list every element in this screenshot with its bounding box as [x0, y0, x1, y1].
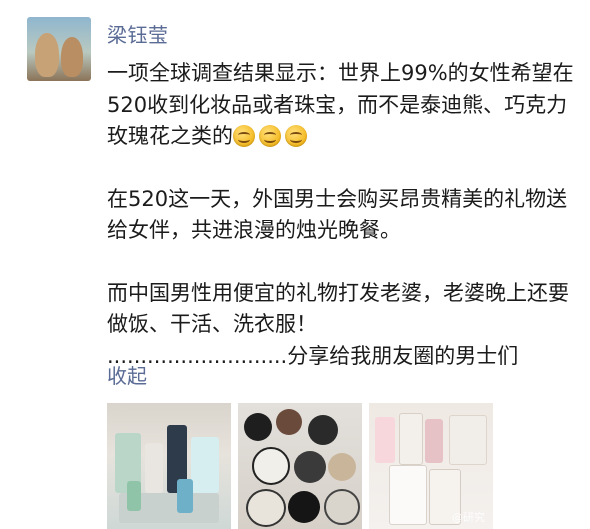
- cosmetic-bottle: [177, 479, 193, 513]
- paragraph: 一项全球调查结果显示：世界上99%的女性希望在520收到化妆品或者珠宝，而不是泰…: [107, 58, 577, 153]
- cosmetic-jar: [288, 491, 320, 523]
- photo-thumbnail[interactable]: [107, 403, 231, 529]
- cosmetic-jar: [308, 415, 338, 445]
- cosmetic-bottle: [127, 481, 141, 511]
- cat-figure: [35, 33, 59, 77]
- paragraph-text: 一项全球调查结果显示：世界上99%的女性希望在520收到化妆品或者珠宝，而不是泰…: [107, 61, 574, 148]
- cosmetic-jar: [294, 451, 326, 483]
- paragraph: 在520这一天，外国男士会购买昂贵精美的礼物送给女伴，共进浪漫的烛光晚餐。: [107, 186, 568, 243]
- photo-thumbnail[interactable]: [238, 403, 362, 529]
- cosmetic-jar: [276, 409, 302, 435]
- post-text: 一项全球调查结果显示：世界上99%的女性希望在520收到化妆品或者珠宝，而不是泰…: [107, 58, 577, 372]
- cosmetic-jar: [246, 489, 286, 527]
- cosmetic-jar: [252, 447, 290, 485]
- smile-emoji-icon: [285, 125, 307, 147]
- photo-thumbnail[interactable]: @研究: [369, 403, 493, 529]
- cosmetic-bottle: [375, 417, 395, 463]
- cosmetic-bottle: [389, 465, 427, 525]
- paragraph: 而中国男性用便宜的礼物打发老婆，老婆晚上还要做饭、干活、洗衣服！: [107, 280, 569, 337]
- moments-post: 梁钰莹 一项全球调查结果显示：世界上99%的女性希望在520收到化妆品或者珠宝，…: [0, 0, 590, 529]
- avatar[interactable]: [27, 17, 91, 81]
- cosmetic-bottle: [145, 443, 163, 493]
- cosmetic-bottle: [449, 415, 487, 465]
- smile-emoji-icon: [233, 125, 255, 147]
- cosmetic-jar: [328, 453, 356, 481]
- cosmetic-bottle: [191, 437, 219, 493]
- cosmetic-jar: [324, 489, 360, 525]
- cat-figure: [61, 37, 83, 77]
- cosmetic-bottle: [399, 413, 423, 465]
- collapse-link[interactable]: 收起: [107, 360, 147, 389]
- photo-watermark: @研究: [452, 511, 485, 524]
- author-name[interactable]: 梁钰莹: [107, 19, 169, 48]
- cosmetic-jar: [244, 413, 272, 441]
- smile-emoji-icon: [259, 125, 281, 147]
- cosmetic-bottle: [425, 419, 443, 463]
- paragraph: ...........................分享给我朋友圈的男士们: [107, 343, 519, 368]
